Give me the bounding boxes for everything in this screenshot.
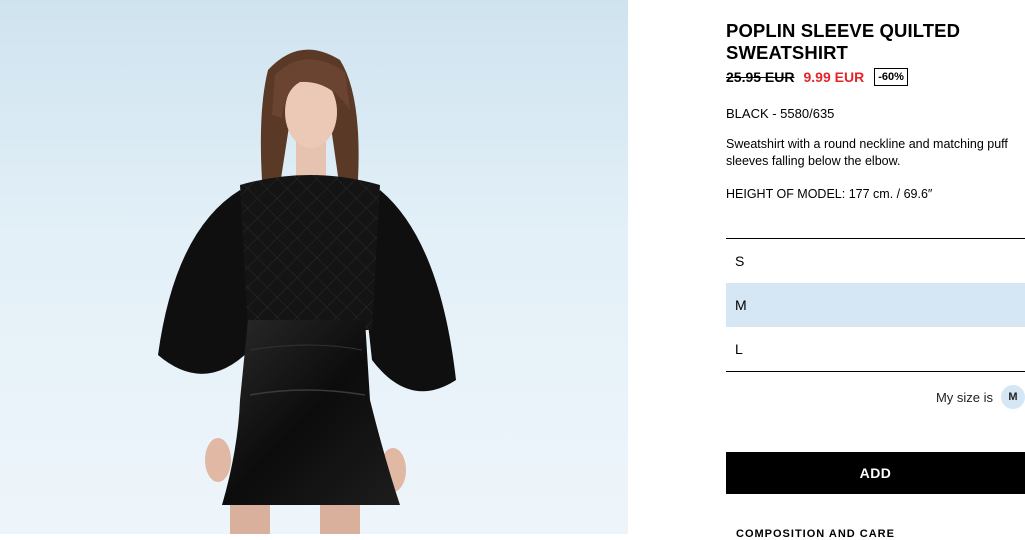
product-title: POPLIN SLEEVE QUILTED SWEATSHIRT	[726, 20, 1016, 64]
product-description: Sweatshirt with a round neckline and mat…	[726, 137, 1008, 168]
size-option-m[interactable]: M	[726, 283, 1025, 327]
size-option-s[interactable]: S	[726, 239, 1025, 283]
price-row: 25.95 EUR 9.99 EUR -60%	[726, 67, 908, 87]
product-title-line-2: SWEATSHIRT	[726, 42, 848, 63]
sale-price: 9.99 EUR	[803, 69, 865, 85]
model-height: HEIGHT OF MODEL: 177 cm. / 69.6″	[726, 187, 933, 201]
color-reference: BLACK - 5580/635	[726, 106, 835, 121]
product-info-panel: POPLIN SLEEVE QUILTED SWEATSHIRT 25.95 E…	[726, 0, 1025, 540]
old-price: 25.95 EUR	[726, 69, 795, 85]
product-photo[interactable]	[0, 0, 628, 534]
composition-and-care-link[interactable]: COMPOSITION AND CARE	[736, 528, 895, 540]
my-size-recommendation[interactable]: My size is M	[936, 385, 1025, 409]
model-illustration	[158, 49, 456, 534]
my-size-label: My size is	[935, 389, 993, 405]
product-title-line-1: POPLIN SLEEVE QUILTED	[726, 20, 961, 41]
my-size-badge: M	[1001, 385, 1025, 409]
add-to-bag-button[interactable]: ADD	[726, 452, 1025, 494]
discount-badge: -60%	[874, 68, 908, 86]
size-option-l[interactable]: L	[726, 327, 1025, 371]
size-selector: S M L	[726, 238, 1025, 372]
